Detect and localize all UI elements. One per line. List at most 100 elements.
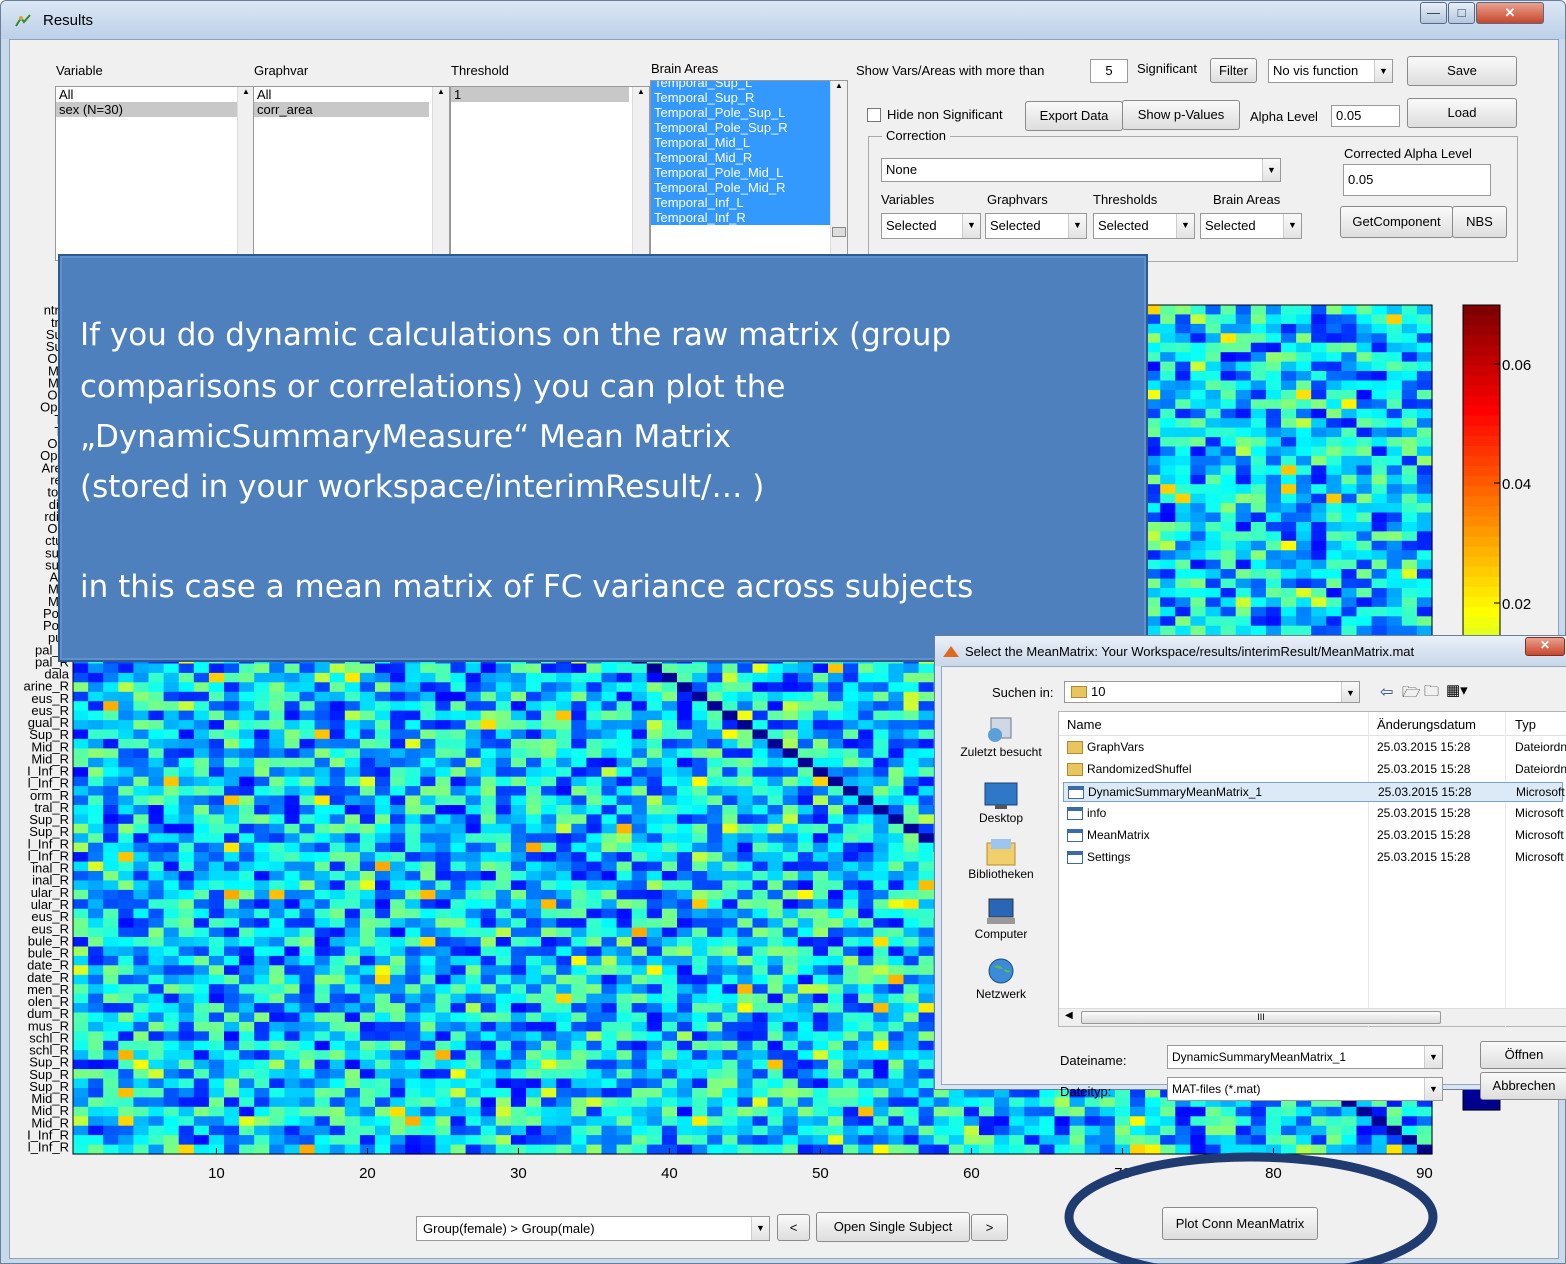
heatmap-cell <box>1281 380 1297 391</box>
heatmap-cell <box>284 748 301 759</box>
scrollbar[interactable]: ▲ <box>632 87 649 260</box>
heatmap-cell <box>450 805 467 815</box>
heatmap-cell <box>1356 305 1373 315</box>
heatmap-cell <box>1175 314 1191 325</box>
heatmap-cell <box>405 720 421 731</box>
graphvars-select[interactable]: Selected ▼ <box>985 213 1087 239</box>
list-item[interactable]: Temporal_Pole_Mid_R <box>651 180 831 195</box>
hide-non-significant-checkbox[interactable] <box>867 108 881 122</box>
corrected-alpha-input[interactable]: 0.05 <box>1343 164 1491 196</box>
list-item[interactable]: 1 <box>451 87 629 102</box>
heatmap-cell <box>797 682 814 693</box>
heatmap-cell <box>1175 352 1191 363</box>
heatmap-cell <box>495 663 512 674</box>
list-item[interactable]: All <box>254 87 449 102</box>
heatmap-cell <box>646 729 663 740</box>
save-button[interactable]: Save <box>1407 56 1517 86</box>
heatmap-cell <box>375 729 391 740</box>
heatmap-cell <box>1371 578 1388 589</box>
heatmap-cell <box>148 757 165 768</box>
close-icon[interactable]: ✕ <box>1476 2 1544 24</box>
heatmap-cell <box>722 682 738 693</box>
list-item[interactable]: All <box>56 87 254 102</box>
heatmap-cell <box>239 691 255 702</box>
export-data-button[interactable]: Export Data <box>1025 101 1123 131</box>
heatmap-cell <box>344 805 361 815</box>
heatmap-cell <box>510 805 527 815</box>
heatmap-cell <box>1371 474 1388 485</box>
minimize-icon[interactable]: — <box>1420 2 1447 24</box>
heatmap-cell <box>873 757 889 768</box>
heatmap-cell <box>435 729 452 740</box>
heatmap-cell <box>646 682 663 693</box>
thresholds-select[interactable]: Selected ▼ <box>1093 213 1195 239</box>
heatmap-cell <box>556 776 572 787</box>
heatmap-cell <box>1401 352 1418 363</box>
heatmap-cell <box>752 691 769 702</box>
brain-areas-list[interactable]: Temporal_Sup_L Temporal_Sup_R Temporal_Pol… <box>650 80 848 261</box>
heatmap-cell <box>1175 455 1191 466</box>
threshold-list[interactable]: 1 ▲ <box>450 86 650 261</box>
heatmap-cell <box>1326 597 1342 608</box>
variable-list[interactable]: All sex (N=30) ▲ <box>55 86 255 261</box>
list-item[interactable]: Temporal_Mid_L <box>651 135 831 150</box>
scrollbar[interactable]: ▲ <box>432 87 449 260</box>
graphvar-list[interactable]: All corr_area ▲ <box>253 86 450 261</box>
heatmap-cell <box>1250 446 1267 457</box>
heatmap-cell <box>797 767 814 778</box>
heatmap-cell <box>450 767 467 778</box>
list-item[interactable]: Temporal_Pole_Mid_L <box>651 165 831 180</box>
brain-areas-select[interactable]: Selected ▼ <box>1200 213 1302 239</box>
show-vars-count-input[interactable]: 5 <box>1090 59 1128 83</box>
heatmap-cell <box>1296 588 1312 598</box>
heatmap-cell <box>118 729 134 740</box>
heatmap-cell <box>1160 578 1176 589</box>
heatmap-cell <box>843 805 859 815</box>
heatmap-cell <box>1356 427 1373 438</box>
heatmap-cell <box>420 795 436 806</box>
heatmap-cell <box>1356 522 1373 532</box>
variables-select[interactable]: Selected ▼ <box>881 213 981 239</box>
list-item[interactable]: Temporal_Sup_R <box>651 90 831 105</box>
heatmap-cell <box>1386 389 1403 400</box>
heatmap-cell <box>1416 569 1433 580</box>
filter-button[interactable]: Filter <box>1210 58 1257 83</box>
heatmap-cell <box>239 682 255 693</box>
heatmap-cell <box>661 795 678 806</box>
heatmap-cell <box>677 795 693 806</box>
heatmap-cell <box>1205 427 1222 438</box>
list-item[interactable]: Temporal_Pole_Sup_R <box>651 120 831 135</box>
show-pvalues-button[interactable]: Show p-Values <box>1122 100 1240 130</box>
list-item[interactable]: Temporal_Inf_R <box>651 210 831 225</box>
heatmap-cell <box>903 663 920 674</box>
heatmap-cell <box>405 767 421 778</box>
heatmap-cell <box>1326 512 1342 523</box>
heatmap-cell <box>843 663 859 674</box>
heatmap-cell <box>1371 380 1388 391</box>
list-item[interactable]: corr_area <box>254 102 429 117</box>
heatmap-cell <box>118 748 134 759</box>
get-component-button[interactable]: GetComponent <box>1340 206 1453 238</box>
scrollbar[interactable]: ▲ <box>237 87 254 260</box>
heatmap-cell <box>1341 578 1358 589</box>
list-item[interactable]: sex (N=30) <box>56 102 238 117</box>
heatmap-cell <box>1235 418 1252 429</box>
heatmap-cell <box>737 767 754 778</box>
list-item[interactable]: Temporal_Sup_L <box>651 81 831 90</box>
nbs-button[interactable]: NBS <box>1452 206 1507 238</box>
correction-select[interactable]: None ▼ <box>881 158 1281 182</box>
list-item[interactable]: Temporal_Inf_L <box>651 195 831 210</box>
heatmap-cell <box>1235 522 1252 532</box>
vis-function-select[interactable]: No vis function ▼ <box>1268 59 1393 83</box>
window-titlebar[interactable]: Results — □ ✕ <box>1 1 1565 39</box>
load-button[interactable]: Load <box>1407 98 1517 128</box>
heatmap-cell <box>858 786 874 797</box>
alpha-level-input[interactable]: 0.05 <box>1331 105 1400 127</box>
heatmap-cell <box>1190 616 1207 627</box>
maximize-icon[interactable]: □ <box>1448 2 1475 24</box>
scrollbar[interactable]: ▲ <box>830 81 847 260</box>
list-item[interactable]: Temporal_Mid_R <box>651 150 831 165</box>
heatmap-cell <box>1386 540 1403 551</box>
list-item[interactable]: Temporal_Pole_Sup_L <box>651 105 831 120</box>
heatmap-cell <box>812 786 829 797</box>
